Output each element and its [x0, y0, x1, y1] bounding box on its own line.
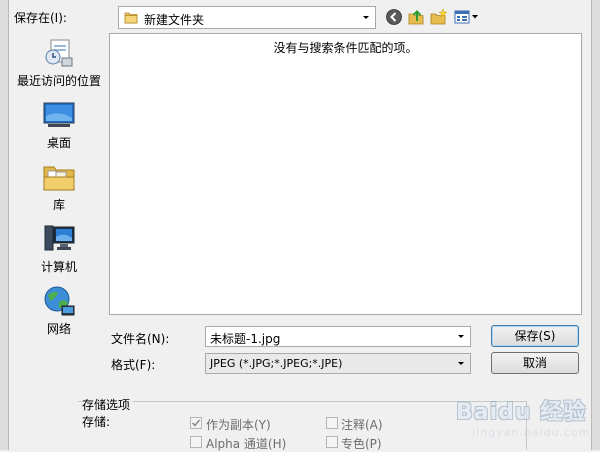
- format-select[interactable]: JPEG (*.JPG;*.JPEG;*.JPE): [205, 353, 471, 374]
- place-network[interactable]: 网络: [14, 284, 104, 344]
- place-label: 网络: [46, 322, 71, 336]
- new-folder-icon[interactable]: [430, 8, 448, 26]
- recent-places-icon: [45, 39, 73, 67]
- computer-icon: [44, 225, 75, 251]
- baidu-watermark: Baidu 经验 jingyan.baidu.com: [456, 392, 590, 444]
- alpha-channels-checkbox[interactable]: [190, 436, 202, 448]
- spot-colors-label: 专色(P): [341, 437, 382, 451]
- as-copy-checkbox[interactable]: [190, 417, 202, 429]
- spot-colors-checkbox[interactable]: [326, 436, 338, 448]
- checkmark-icon: [191, 419, 201, 427]
- place-recent[interactable]: 最近访问的位置: [14, 36, 104, 96]
- cancel-button[interactable]: 取消: [491, 352, 579, 374]
- as-copy-label: 作为副本(Y): [206, 418, 271, 432]
- chevron-down-icon[interactable]: [455, 330, 467, 343]
- desktop-icon: [43, 102, 75, 127]
- filename-label: 文件名(N):: [111, 332, 170, 346]
- filename-value: 未标题-1.jpg: [210, 332, 281, 346]
- place-label: 最近访问的位置: [16, 74, 101, 88]
- save-button[interactable]: 保存(S): [491, 325, 579, 347]
- view-menu-icon[interactable]: [454, 8, 480, 26]
- format-value: JPEG (*.JPG;*.JPEG;*.JPE): [210, 357, 343, 370]
- filename-input[interactable]: 未标题-1.jpg: [205, 326, 471, 347]
- save-options-title: 存储选项: [82, 396, 134, 413]
- right-window-edge: [591, 0, 600, 450]
- places-bar: 最近访问的位置 桌面 库 计算机 网络: [14, 34, 104, 336]
- watermark-brand: Baidu 经验: [456, 400, 587, 425]
- place-computer[interactable]: 计算机: [14, 222, 104, 282]
- network-icon: [44, 286, 75, 316]
- watermark-url: jingyan.baidu.com: [472, 426, 591, 439]
- save-in-dropdown[interactable]: 新建文件夹: [118, 6, 376, 29]
- back-icon[interactable]: [385, 8, 403, 26]
- format-label: 格式(F):: [111, 358, 156, 372]
- alpha-channels-label: Alpha 通道(H): [206, 437, 287, 451]
- empty-results-message: 没有与搜索条件匹配的项。: [273, 41, 418, 55]
- place-label: 计算机: [40, 260, 77, 274]
- location-toolbar: 保存在(I): 新建文件夹: [8, 0, 591, 34]
- folder-icon: [124, 12, 138, 24]
- save-as-dialog: 保存在(I): 新建文件夹 最近访问的位置 桌面 库 计算机 网络 没有与搜索条…: [0, 0, 600, 451]
- place-desktop[interactable]: 桌面: [14, 98, 104, 158]
- place-label: 库: [52, 198, 65, 212]
- libraries-icon: [43, 166, 75, 191]
- annotations-label: 注释(A): [341, 418, 383, 432]
- current-folder-name: 新建文件夹: [144, 13, 205, 27]
- chevron-down-icon: [363, 16, 369, 19]
- left-window-edge: [0, 0, 9, 450]
- save-in-label: 保存在(I):: [14, 11, 67, 25]
- annotations-checkbox[interactable]: [326, 417, 338, 429]
- up-folder-icon[interactable]: [407, 8, 425, 26]
- place-libraries[interactable]: 库: [14, 160, 104, 220]
- chevron-down-icon: [458, 362, 464, 365]
- save-options-subtitle: 存储:: [82, 415, 111, 429]
- file-list[interactable]: 没有与搜索条件匹配的项。: [109, 33, 582, 315]
- place-label: 桌面: [46, 136, 71, 150]
